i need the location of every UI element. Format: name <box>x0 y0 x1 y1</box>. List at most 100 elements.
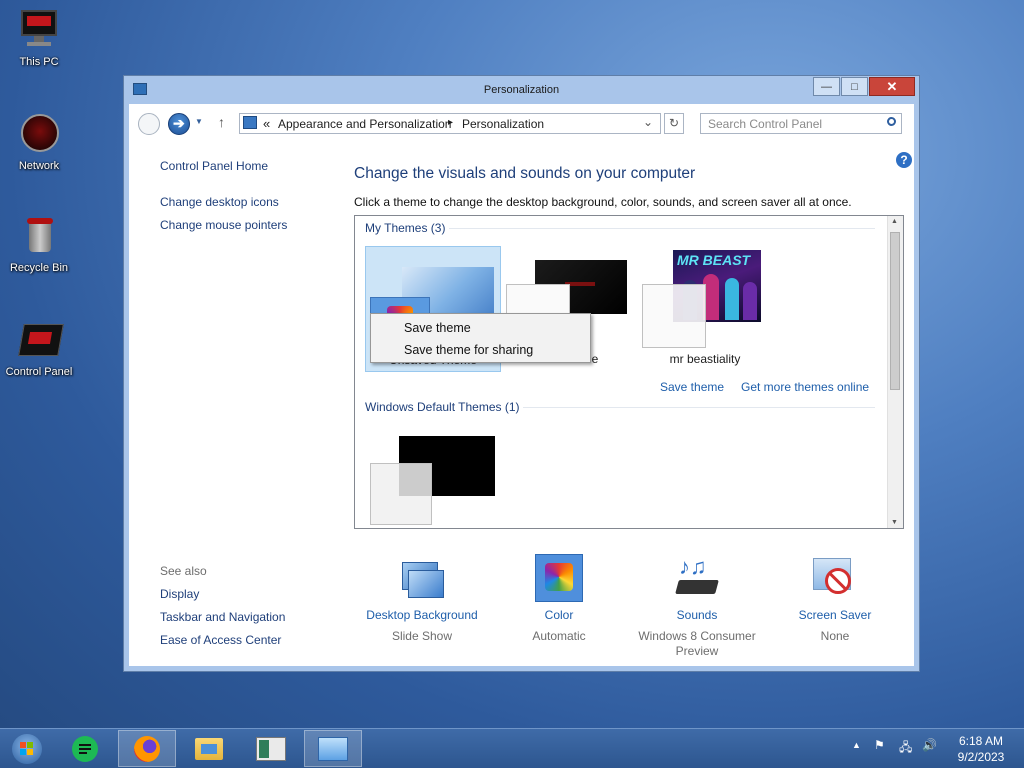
breadcrumb-appearance[interactable]: Appearance and Personalization <box>278 117 451 131</box>
sounds-item[interactable]: ♪♫ Sounds Windows 8 Consumer Preview <box>627 554 767 659</box>
theme-high-contrast[interactable] <box>365 426 501 528</box>
back-button[interactable] <box>138 113 160 135</box>
navigation-bar: ➔ ▼ ↑ « Appearance and Personalization ▸… <box>129 104 914 144</box>
app-window-icon <box>256 736 286 761</box>
theme-name: mr beastiality <box>669 352 741 366</box>
address-bar[interactable]: « Appearance and Personalization ▸ Perso… <box>239 113 661 134</box>
desktop-icon-label: This PC <box>19 56 59 68</box>
taskbar-app-notes[interactable] <box>56 730 114 767</box>
show-hidden-icons-button[interactable]: ▲ <box>852 740 861 750</box>
title-bar[interactable]: Personalization — □ ✕ <box>124 76 919 104</box>
start-button[interactable] <box>2 730 52 767</box>
forward-arrow-icon: ➔ <box>173 115 185 131</box>
refresh-button[interactable]: ↻ <box>664 113 684 134</box>
screen-saver-title[interactable]: Screen Saver <box>765 608 905 622</box>
desktop-background-title[interactable]: Desktop Background <box>352 608 492 622</box>
help-icon[interactable]: ? <box>896 152 912 168</box>
desktop-icon-label: Network <box>18 160 60 172</box>
volume-icon[interactable]: 🔊 <box>922 738 937 752</box>
theme-context-menu: Save theme Save theme for sharing <box>370 313 591 363</box>
group-divider <box>523 407 875 408</box>
group-divider <box>449 228 875 229</box>
address-dropdown-icon[interactable]: ⌄ <box>643 115 653 129</box>
taskbar-navigation-link[interactable]: Taskbar and Navigation <box>160 610 285 624</box>
change-desktop-icons-link[interactable]: Change desktop icons <box>160 195 279 209</box>
network-icon <box>17 112 61 156</box>
clock[interactable]: 6:18 AM 9/2/2023 <box>952 733 1010 765</box>
my-themes-label: My Themes (3) <box>365 221 446 235</box>
page-subtitle: Click a theme to change the desktop back… <box>354 195 852 209</box>
network-status-icon[interactable]: 🖧 <box>899 738 912 759</box>
no-symbol-icon <box>825 568 851 594</box>
scroll-thumb[interactable] <box>890 232 900 390</box>
ease-of-access-link[interactable]: Ease of Access Center <box>160 633 281 647</box>
desktop-icon-recycle-bin[interactable]: Recycle Bin <box>0 214 78 274</box>
search-input[interactable]: Search Control Panel <box>708 117 822 131</box>
menu-item-save-theme-sharing[interactable]: Save theme for sharing <box>404 343 533 357</box>
breadcrumb-separator: ▸ <box>448 117 454 128</box>
control-panel-icon <box>17 318 64 362</box>
sounds-value: Windows 8 Consumer Preview <box>638 629 756 658</box>
maximize-button[interactable]: □ <box>841 77 868 96</box>
recycle-bin-icon <box>17 214 61 258</box>
control-panel-home-link[interactable]: Control Panel Home <box>160 159 268 173</box>
computer-icon <box>17 8 61 52</box>
close-button[interactable]: ✕ <box>869 77 915 96</box>
theme-preview-window <box>642 284 706 348</box>
theme-preview-window <box>370 463 432 525</box>
minimize-button[interactable]: — <box>813 77 840 96</box>
taskbar-app-window[interactable] <box>242 730 300 767</box>
color-value: Automatic <box>532 629 586 643</box>
personalization-window: Personalization — □ ✕ ➔ ▼ ↑ « Appearance… <box>123 75 920 672</box>
taskbar-app-firefox[interactable] <box>118 730 176 767</box>
themes-scrollbar[interactable]: ▲ ▼ <box>887 216 903 528</box>
desktop-icon-network[interactable]: Network <box>0 112 78 172</box>
recent-pages-dropdown[interactable]: ▼ <box>195 117 203 126</box>
desktop-icon-control-panel[interactable]: Control Panel <box>0 318 78 378</box>
get-more-themes-link[interactable]: Get more themes online <box>741 380 869 394</box>
display-link[interactable]: Display <box>160 587 199 601</box>
sounds-title[interactable]: Sounds <box>627 608 767 622</box>
breadcrumb-overflow[interactable]: « <box>263 116 270 131</box>
taskbar-app-control-panel[interactable] <box>304 730 362 767</box>
action-center-flag-icon[interactable]: ⚑ <box>874 738 885 752</box>
scroll-up-arrow[interactable]: ▲ <box>891 218 898 225</box>
desktop-icon-this-pc[interactable]: This PC <box>0 8 78 68</box>
search-icon[interactable] <box>887 117 896 126</box>
themes-list[interactable]: My Themes (3) Unsaved Theme Black June <box>354 215 904 529</box>
screen-saver-value: None <box>820 629 850 643</box>
scroll-down-arrow[interactable]: ▼ <box>891 519 898 526</box>
windows-default-themes-label: Windows Default Themes (1) <box>365 400 520 414</box>
clock-date: 9/2/2023 <box>957 750 1005 764</box>
screen-saver-item[interactable]: Screen Saver None <box>765 554 905 643</box>
menu-item-save-theme[interactable]: Save theme <box>404 321 471 335</box>
folder-icon <box>195 737 223 760</box>
see-also-label: See also <box>160 564 207 578</box>
theme-art-title: MR BEAST <box>677 252 751 268</box>
taskbar-app-file-explorer[interactable] <box>180 730 238 767</box>
clock-time: 6:18 AM <box>958 734 1004 748</box>
forward-button[interactable]: ➔ <box>168 113 190 135</box>
search-box[interactable]: Search Control Panel <box>700 113 902 134</box>
change-mouse-pointers-link[interactable]: Change mouse pointers <box>160 218 287 232</box>
color-title[interactable]: Color <box>489 608 629 622</box>
desktop-icon-label: Recycle Bin <box>9 262 69 274</box>
control-panel-taskbar-icon <box>318 736 348 761</box>
windows-logo-icon <box>12 733 42 764</box>
desktop-background-value: Slide Show <box>391 629 453 643</box>
firefox-icon <box>134 735 160 762</box>
save-theme-link[interactable]: Save theme <box>660 380 724 394</box>
sounds-icon: ♪♫ <box>673 554 721 602</box>
page-title: Change the visuals and sounds on your co… <box>354 165 696 182</box>
up-arrow-icon[interactable]: ↑ <box>218 114 225 130</box>
notes-app-icon <box>72 735 98 762</box>
window-content: ? Control Panel Home Change desktop icon… <box>129 144 914 666</box>
screen-saver-icon <box>811 554 859 602</box>
desktop-icon-label: Control Panel <box>5 366 73 378</box>
breadcrumb-personalization[interactable]: Personalization <box>462 117 544 131</box>
control-panel-small-icon <box>243 116 257 129</box>
color-item[interactable]: Color Automatic <box>489 554 629 643</box>
theme-mr-beastiality[interactable]: MR BEAST mr beastiality <box>637 246 773 372</box>
desktop-background-icon <box>398 554 446 602</box>
desktop-background-item[interactable]: Desktop Background Slide Show <box>352 554 492 643</box>
